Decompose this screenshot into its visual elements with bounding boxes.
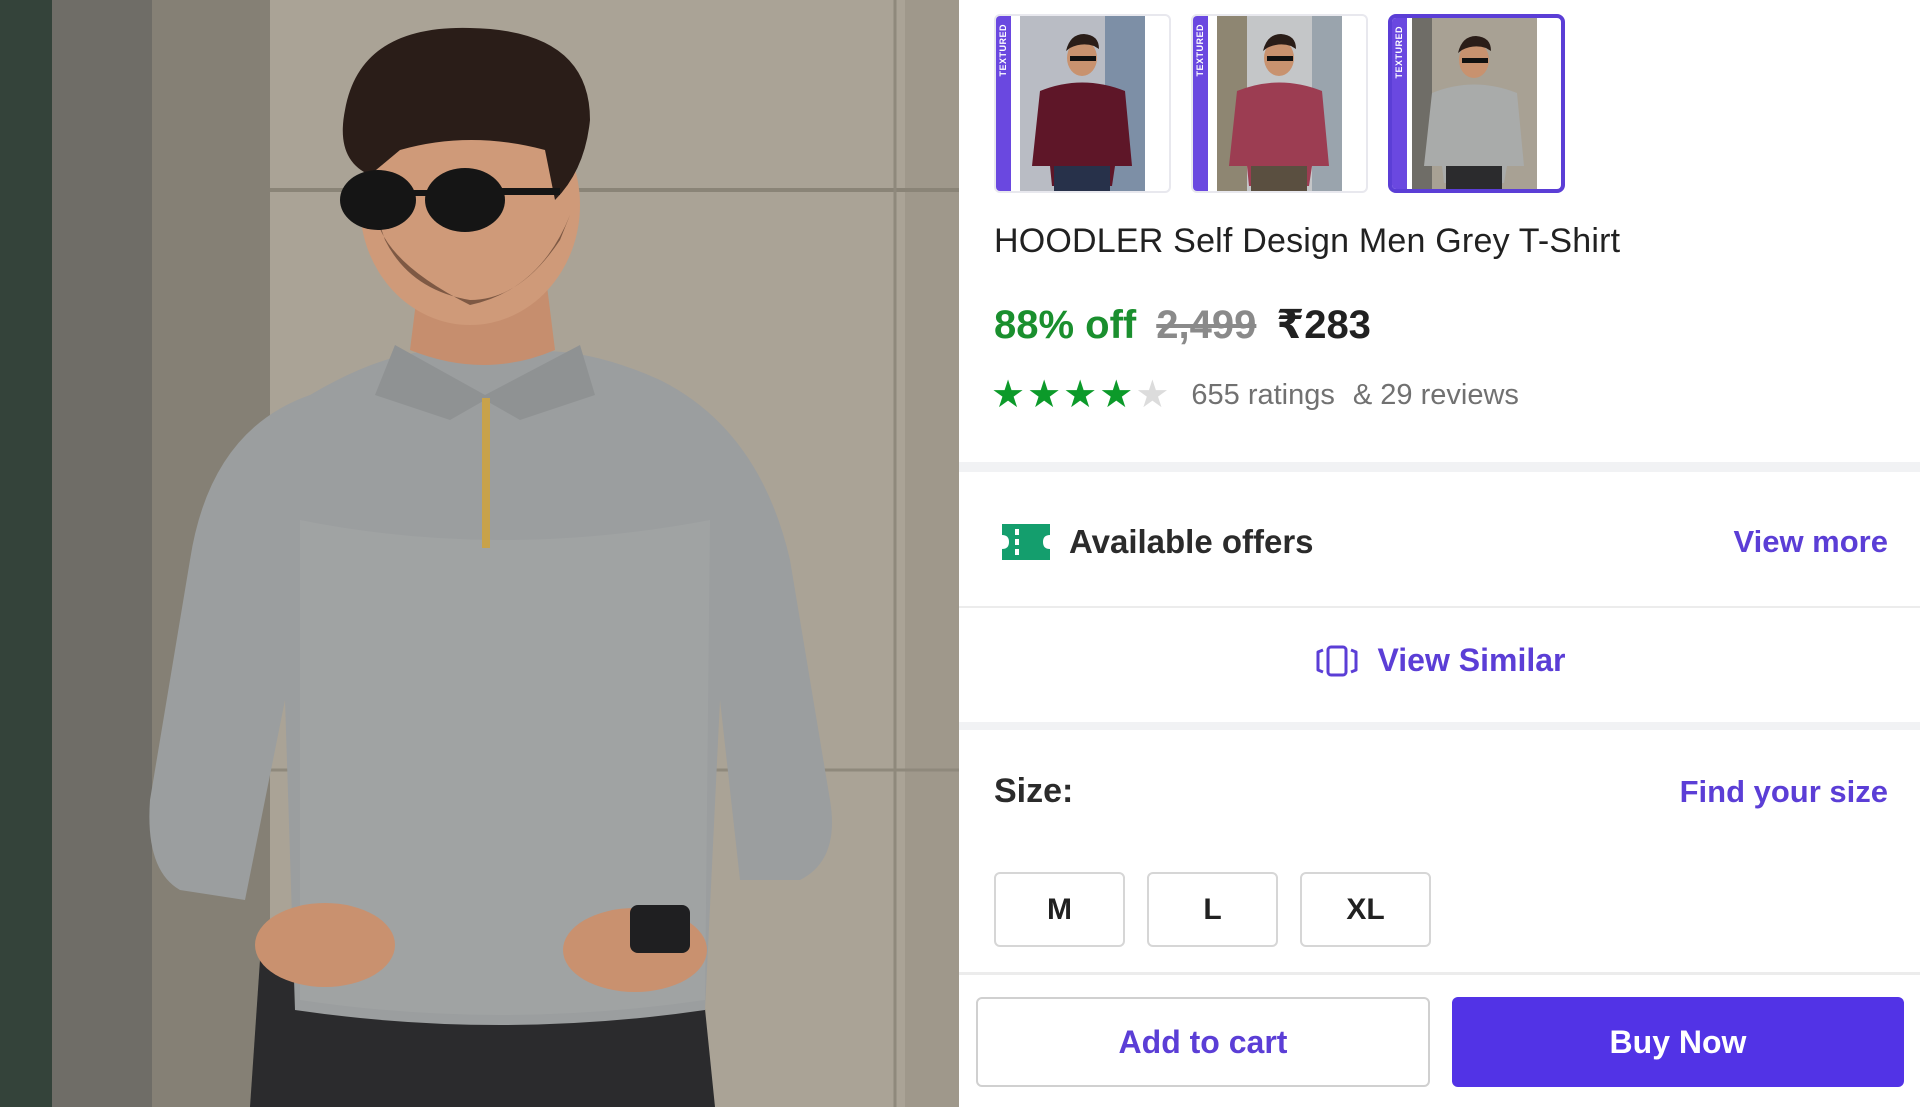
thumbnail-1[interactable]: TEXTURED (994, 14, 1171, 193)
section-divider (959, 606, 1920, 608)
size-options: M L XL (994, 872, 1431, 947)
add-to-cart-button[interactable]: Add to cart (976, 997, 1430, 1087)
buy-now-button[interactable]: Buy Now (1452, 997, 1904, 1087)
thumbnail-photo (1020, 16, 1145, 191)
find-your-size-link[interactable]: Find your size (1680, 774, 1888, 810)
thumbnail-tag: TEXTURED (1392, 18, 1407, 189)
size-option-xl[interactable]: XL (1300, 872, 1431, 947)
star-filled-icon: ★ (1027, 374, 1062, 416)
rating-row[interactable]: ★ ★ ★ ★ ★ 655 ratings & 29 reviews (991, 376, 1519, 414)
model-photo (0, 0, 959, 1107)
thumbnail-photo (1217, 16, 1342, 191)
star-rating: ★ ★ ★ ★ ★ (991, 376, 1169, 414)
reviews-count: & 29 reviews (1352, 378, 1519, 411)
discount-percent: 88% off (994, 303, 1137, 347)
section-divider (959, 462, 1920, 472)
original-price: 2,499 (1156, 303, 1257, 347)
ratings-count: 655 ratings (1191, 378, 1335, 411)
thumbnail-gallery: TEXTURED TEXTURED TEXTURED (994, 14, 1565, 193)
selling-price: ₹283 (1276, 303, 1371, 347)
available-offers-label: Available offers (1069, 523, 1314, 560)
thumbnail-tag: TEXTURED (1193, 16, 1208, 191)
price-row: 88% off 2,499 ₹283 (994, 302, 1371, 348)
star-filled-icon: ★ (1063, 374, 1098, 416)
bottom-action-bar: Add to cart Buy Now (959, 972, 1920, 1107)
thumbnail-photo (1412, 18, 1537, 189)
view-similar-icon (1316, 645, 1358, 676)
thumbnail-3-selected[interactable]: TEXTURED (1388, 14, 1565, 193)
view-similar-label: View Similar (1377, 642, 1566, 678)
ticket-icon (1002, 524, 1050, 560)
size-label: Size: (994, 772, 1074, 810)
product-main-image[interactable] (0, 0, 959, 1107)
size-option-l[interactable]: L (1147, 872, 1278, 947)
product-title: HOODLER Self Design Men Grey T-Shirt (994, 222, 1621, 260)
star-filled-icon: ★ (991, 374, 1026, 416)
thumbnail-2[interactable]: TEXTURED (1191, 14, 1368, 193)
section-divider (959, 722, 1920, 730)
size-header: Size: Find your size (994, 772, 1888, 811)
view-similar-button[interactable]: View Similar (959, 642, 1920, 679)
size-option-m[interactable]: M (994, 872, 1125, 947)
thumbnail-tag: TEXTURED (996, 16, 1011, 191)
available-offers-row[interactable]: Available offers View more (999, 516, 1888, 568)
view-more-link[interactable]: View more (1733, 524, 1888, 560)
star-filled-icon: ★ (1099, 374, 1134, 416)
product-details-panel: TEXTURED TEXTURED TEXTURED HOODLER Self … (959, 0, 1920, 1107)
star-empty-icon: ★ (1135, 374, 1170, 416)
